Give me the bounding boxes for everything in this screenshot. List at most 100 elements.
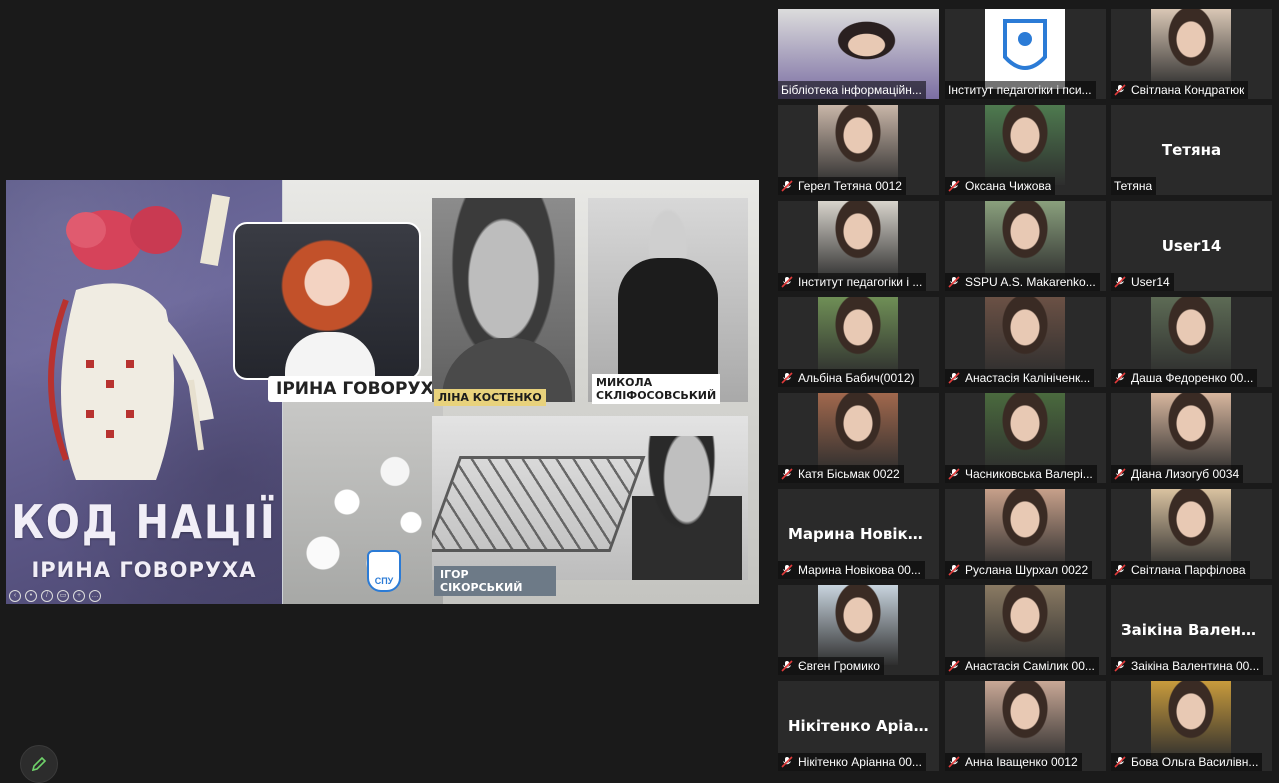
participant-tile[interactable]: Світлана Парфілова — [1111, 489, 1272, 579]
sklifosovsky-name-line2: СКЛІФОСОВСЬКИЙ — [596, 389, 717, 402]
participant-video — [818, 105, 898, 185]
participant-tile[interactable]: Анастасія Калініченк... — [945, 297, 1106, 387]
participant-video — [985, 489, 1065, 569]
muted-mic-icon — [1114, 564, 1126, 576]
more-icon[interactable]: … — [89, 590, 101, 602]
participant-name: Даша Федоренко 00... — [1131, 371, 1254, 385]
book-author: ІРИНА ГОВОРУХА — [31, 558, 257, 582]
participant-video — [1151, 393, 1231, 473]
muted-mic-icon — [948, 180, 960, 192]
kostenko-name-label: ЛІНА КОСТЕНКО — [434, 389, 546, 406]
participant-caption: Анастасія Калініченк... — [945, 369, 1095, 387]
participant-tile[interactable]: Альбіна Бабич(0012) — [778, 297, 939, 387]
participant-name: Бібліотека інформаційн... — [781, 83, 922, 97]
participant-tile[interactable]: Інститут педагогіки і пси... — [945, 9, 1106, 99]
participant-video — [985, 105, 1065, 185]
pointer-icon[interactable]: • — [25, 590, 37, 602]
participant-caption: Заікіна Валентина 00... — [1111, 657, 1264, 675]
muted-mic-icon — [781, 756, 793, 768]
participant-video — [1151, 681, 1231, 761]
participant-caption: Часниковська Валері... — [945, 465, 1097, 483]
participant-tile[interactable]: Тетяна Тетяна — [1111, 105, 1272, 195]
participant-tile[interactable]: Нікітенко Аріан... Нікітенко Аріанна 00..… — [778, 681, 939, 771]
muted-mic-icon — [948, 564, 960, 576]
participant-caption: Інститут педагогіки і пси... — [945, 81, 1096, 99]
participant-name: User14 — [1131, 275, 1170, 289]
participant-tile[interactable]: User14 User14 — [1111, 201, 1272, 291]
portrait-sklifosovsky — [588, 198, 748, 402]
participant-name: Світлана Парфілова — [1131, 563, 1246, 577]
shared-screen: КОД НАЦІЇ ІРИНА ГОВОРУХА ‹ • / ▭ + … СПУ… — [6, 180, 759, 604]
muted-mic-icon — [1114, 84, 1126, 96]
participant-tile[interactable]: Часниковська Валері... — [945, 393, 1106, 483]
participant-video — [985, 297, 1065, 377]
participant-name: Марина Новікова 00... — [798, 563, 921, 577]
participant-name: SSPU A.S. Makarenko... — [965, 275, 1096, 289]
participant-tile[interactable]: Даша Федоренко 00... — [1111, 297, 1272, 387]
participant-video — [1151, 489, 1231, 569]
muted-mic-icon — [781, 180, 793, 192]
participant-caption: User14 — [1111, 273, 1174, 291]
participant-tile[interactable]: Інститут педагогіки і ... — [778, 201, 939, 291]
participant-name: Герел Тетяна 0012 — [798, 179, 902, 193]
flowers-image — [283, 400, 443, 604]
prev-icon[interactable]: ‹ — [9, 590, 21, 602]
pencil-icon — [31, 756, 47, 772]
participant-tile[interactable]: Євген Громико — [778, 585, 939, 675]
participant-caption: Нікітенко Аріанна 00... — [778, 753, 926, 771]
participant-name: Анастасія Калініченк... — [965, 371, 1091, 385]
sikorsky-name-label: ІГОР СІКОРСЬКИЙ — [434, 566, 556, 596]
participant-tile[interactable]: Руслана Шурхал 0022 — [945, 489, 1106, 579]
participant-video — [985, 201, 1065, 281]
participant-video — [818, 201, 898, 281]
spu-logo: СПУ — [367, 550, 401, 592]
participant-tile[interactable]: Оксана Чижова — [945, 105, 1106, 195]
muted-mic-icon — [948, 660, 960, 672]
participant-tile[interactable]: Марина Новіко... Марина Новікова 00... — [778, 489, 939, 579]
participant-display-name: Марина Новіко... — [788, 525, 936, 543]
muted-mic-icon — [1114, 372, 1126, 384]
participant-name: Євген Громико — [798, 659, 880, 673]
participant-name: Нікітенко Аріанна 00... — [798, 755, 922, 769]
annotate-button[interactable] — [20, 745, 58, 783]
participant-caption: Катя Бісьмак 0022 — [778, 465, 904, 483]
participant-caption: Марина Новікова 00... — [778, 561, 925, 579]
muted-mic-icon — [1114, 756, 1126, 768]
participant-tile[interactable]: Герел Тетяна 0012 — [778, 105, 939, 195]
sklifosovsky-name-line1: МИКОЛА — [596, 376, 653, 389]
zoom-icon[interactable]: + — [73, 590, 85, 602]
participant-tile[interactable]: Бова Ольга Василівн... — [1111, 681, 1272, 771]
participant-name: Альбіна Бабич(0012) — [798, 371, 915, 385]
pen-icon[interactable]: / — [41, 590, 53, 602]
participant-caption: Діана Лизогуб 0034 — [1111, 465, 1244, 483]
participant-name: Оксана Чижова — [965, 179, 1052, 193]
participant-caption: Світлана Кондратюк — [1111, 81, 1249, 99]
participant-video — [818, 297, 898, 377]
participant-tile[interactable]: Заікіна Валенти... Заікіна Валентина 00..… — [1111, 585, 1272, 675]
portrait-sikorsky — [432, 416, 748, 580]
participant-caption: Даша Федоренко 00... — [1111, 369, 1258, 387]
muted-mic-icon — [781, 276, 793, 288]
participant-caption: Тетяна — [1111, 177, 1157, 195]
participant-video — [985, 393, 1065, 473]
participant-name: Анна Іващенко 0012 — [965, 755, 1078, 769]
participant-caption: Анастасія Самілик 00... — [945, 657, 1099, 675]
participant-caption: Альбіна Бабич(0012) — [778, 369, 919, 387]
participant-name: Руслана Шурхал 0022 — [965, 563, 1089, 577]
participant-caption: Інститут педагогіки і ... — [778, 273, 927, 291]
participant-caption: Герел Тетяна 0012 — [778, 177, 906, 195]
participant-caption: Оксана Чижова — [945, 177, 1056, 195]
participant-tile[interactable]: SSPU A.S. Makarenko... — [945, 201, 1106, 291]
participant-caption: Руслана Шурхал 0022 — [945, 561, 1093, 579]
slides-icon[interactable]: ▭ — [57, 590, 69, 602]
sklifosovsky-name-label: МИКОЛА СКЛІФОСОВСЬКИЙ — [592, 374, 721, 404]
participant-name: Світлана Кондратюк — [1131, 83, 1245, 97]
slide-controls[interactable]: ‹ • / ▭ + … — [9, 590, 101, 602]
participant-tile[interactable]: Катя Бісьмак 0022 — [778, 393, 939, 483]
participant-tile[interactable]: Світлана Кондратюк — [1111, 9, 1272, 99]
participant-tile[interactable]: Діана Лизогуб 0034 — [1111, 393, 1272, 483]
participant-tile[interactable]: Анна Іващенко 0012 — [945, 681, 1106, 771]
participant-name: Діана Лизогуб 0034 — [1131, 467, 1240, 481]
participant-tile[interactable]: Анастасія Самілик 00... — [945, 585, 1106, 675]
participant-tile[interactable]: Бібліотека інформаційн... — [778, 9, 939, 99]
